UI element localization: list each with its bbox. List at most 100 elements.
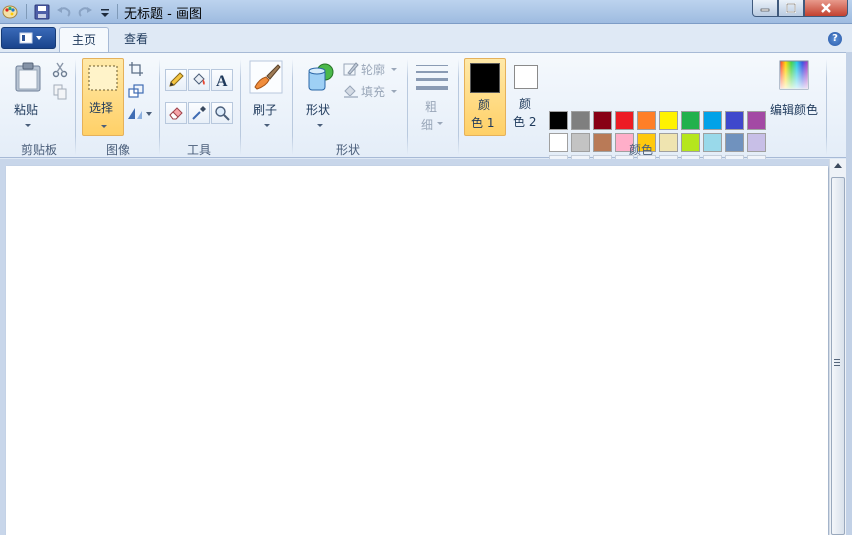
colors-group-label: 颜色 [629, 143, 654, 157]
magnifier-button[interactable] [211, 102, 233, 124]
select-button[interactable]: 选择 [82, 58, 124, 136]
shapes-group-label: 形状 [336, 143, 361, 157]
palette-color-swatch[interactable] [747, 111, 766, 130]
fill-bucket-icon [344, 85, 358, 98]
customize-quick-access-icon[interactable] [96, 3, 114, 21]
save-icon[interactable] [33, 3, 51, 21]
scrollbar-thumb[interactable] [831, 177, 845, 535]
color1-button[interactable]: 颜 色 1 [464, 58, 506, 136]
crop-button[interactable] [125, 58, 147, 80]
tab-view[interactable]: 查看 [112, 27, 160, 52]
palette-color-swatch[interactable] [571, 111, 590, 130]
color2-label-line2: 色 2 [513, 115, 537, 129]
size-button[interactable]: 粗 细 [412, 58, 452, 136]
outline-button[interactable]: 轮廓 [341, 60, 399, 78]
menu-icon [19, 32, 42, 44]
help-icon[interactable]: ? [828, 32, 842, 46]
eraser-icon [169, 107, 183, 120]
brushes-button[interactable]: 刷子 [246, 58, 286, 136]
group-separator [407, 59, 408, 155]
group-separator [826, 59, 827, 155]
magnifier-icon [215, 106, 230, 121]
color2-label-line1: 颜 [519, 97, 532, 111]
copy-button[interactable] [49, 81, 71, 103]
palette-color-swatch[interactable] [571, 133, 590, 152]
eraser-button[interactable] [165, 102, 187, 124]
rotate-button[interactable] [125, 102, 153, 124]
color2-swatch [514, 65, 538, 89]
palette-color-swatch[interactable] [593, 133, 612, 152]
shapes-button[interactable]: 形状 [299, 58, 339, 136]
edit-colors-rainbow-icon [779, 60, 809, 90]
tools-group-label: 工具 [187, 143, 212, 157]
pencil-button[interactable] [165, 69, 187, 91]
outline-label: 轮廓 [361, 63, 386, 77]
minimize-button[interactable] [752, 0, 778, 17]
undo-icon[interactable] [55, 3, 73, 21]
group-separator [240, 59, 241, 155]
text-button[interactable]: A [211, 69, 233, 91]
brushes-dropdown-arrow [264, 124, 270, 127]
canvas-workspace [0, 159, 852, 535]
window-title: 无标题 - 画图 [124, 7, 202, 22]
close-icon [821, 3, 831, 13]
rotate-icon [128, 108, 152, 119]
palette-color-swatch[interactable] [659, 133, 678, 152]
paint-app-icon[interactable] [2, 3, 18, 19]
vertical-scrollbar[interactable] [829, 159, 846, 535]
eyedropper-icon [192, 106, 206, 120]
palette-color-swatch[interactable] [703, 111, 722, 130]
palette-color-swatch[interactable] [725, 111, 744, 130]
scrollbar-grip-icon [834, 359, 840, 366]
paint-menu-button[interactable] [1, 27, 56, 49]
palette-color-swatch[interactable] [725, 133, 744, 152]
resize-icon [128, 84, 144, 98]
close-button[interactable] [804, 0, 848, 17]
crop-icon [129, 62, 143, 76]
outline-pen-icon [343, 62, 359, 76]
copy-icon [53, 84, 67, 100]
palette-color-swatch[interactable] [703, 133, 722, 152]
brush-icon [249, 60, 283, 94]
palette-color-swatch[interactable] [549, 133, 568, 152]
palette-color-swatch[interactable] [637, 111, 656, 130]
palette-color-swatch[interactable] [681, 133, 700, 152]
resize-button[interactable] [125, 80, 147, 102]
palette-color-swatch[interactable] [747, 133, 766, 152]
color-picker-button[interactable] [188, 102, 210, 124]
select-label: 选择 [89, 101, 114, 115]
color2-button[interactable]: 颜 色 2 [508, 58, 546, 136]
ribbon-tabs-row: 主页 查看 ? [0, 24, 852, 52]
scroll-up-arrow-icon[interactable] [834, 163, 842, 168]
scissors-icon [52, 62, 68, 78]
palette-color-swatch[interactable] [593, 111, 612, 130]
fill-label: 填充 [361, 85, 386, 99]
tab-home[interactable]: 主页 [59, 27, 110, 52]
quick-access-separator [26, 4, 27, 19]
line-width-icon [416, 65, 448, 90]
paste-dropdown-arrow [25, 124, 31, 127]
palette-color-swatch[interactable] [681, 111, 700, 130]
palette-color-swatch[interactable] [549, 111, 568, 130]
fill-shape-button[interactable]: 填充 [341, 82, 399, 100]
window-right-edge [846, 52, 852, 535]
paste-button[interactable]: 粘贴 [8, 58, 48, 136]
edit-colors-label: 编辑颜色 [770, 103, 819, 117]
window-controls [752, 0, 848, 17]
palette-color-swatch[interactable] [659, 111, 678, 130]
group-separator [458, 59, 459, 155]
fill-button[interactable] [188, 69, 210, 91]
clipboard-group-label: 剪贴板 [21, 143, 58, 157]
group-separator [159, 59, 160, 155]
clipboard-icon [15, 62, 41, 92]
group-separator [292, 59, 293, 155]
cut-button[interactable] [49, 59, 71, 81]
size-label-line2: 细 [421, 118, 434, 132]
shapes-label: 形状 [306, 103, 331, 117]
color1-label-line1: 颜 [478, 98, 491, 112]
edit-colors-button[interactable]: 编辑颜色 [768, 58, 820, 136]
drawing-canvas[interactable] [6, 166, 828, 535]
redo-icon[interactable] [76, 3, 94, 21]
palette-color-swatch[interactable] [615, 111, 634, 130]
maximize-button[interactable] [778, 0, 804, 17]
